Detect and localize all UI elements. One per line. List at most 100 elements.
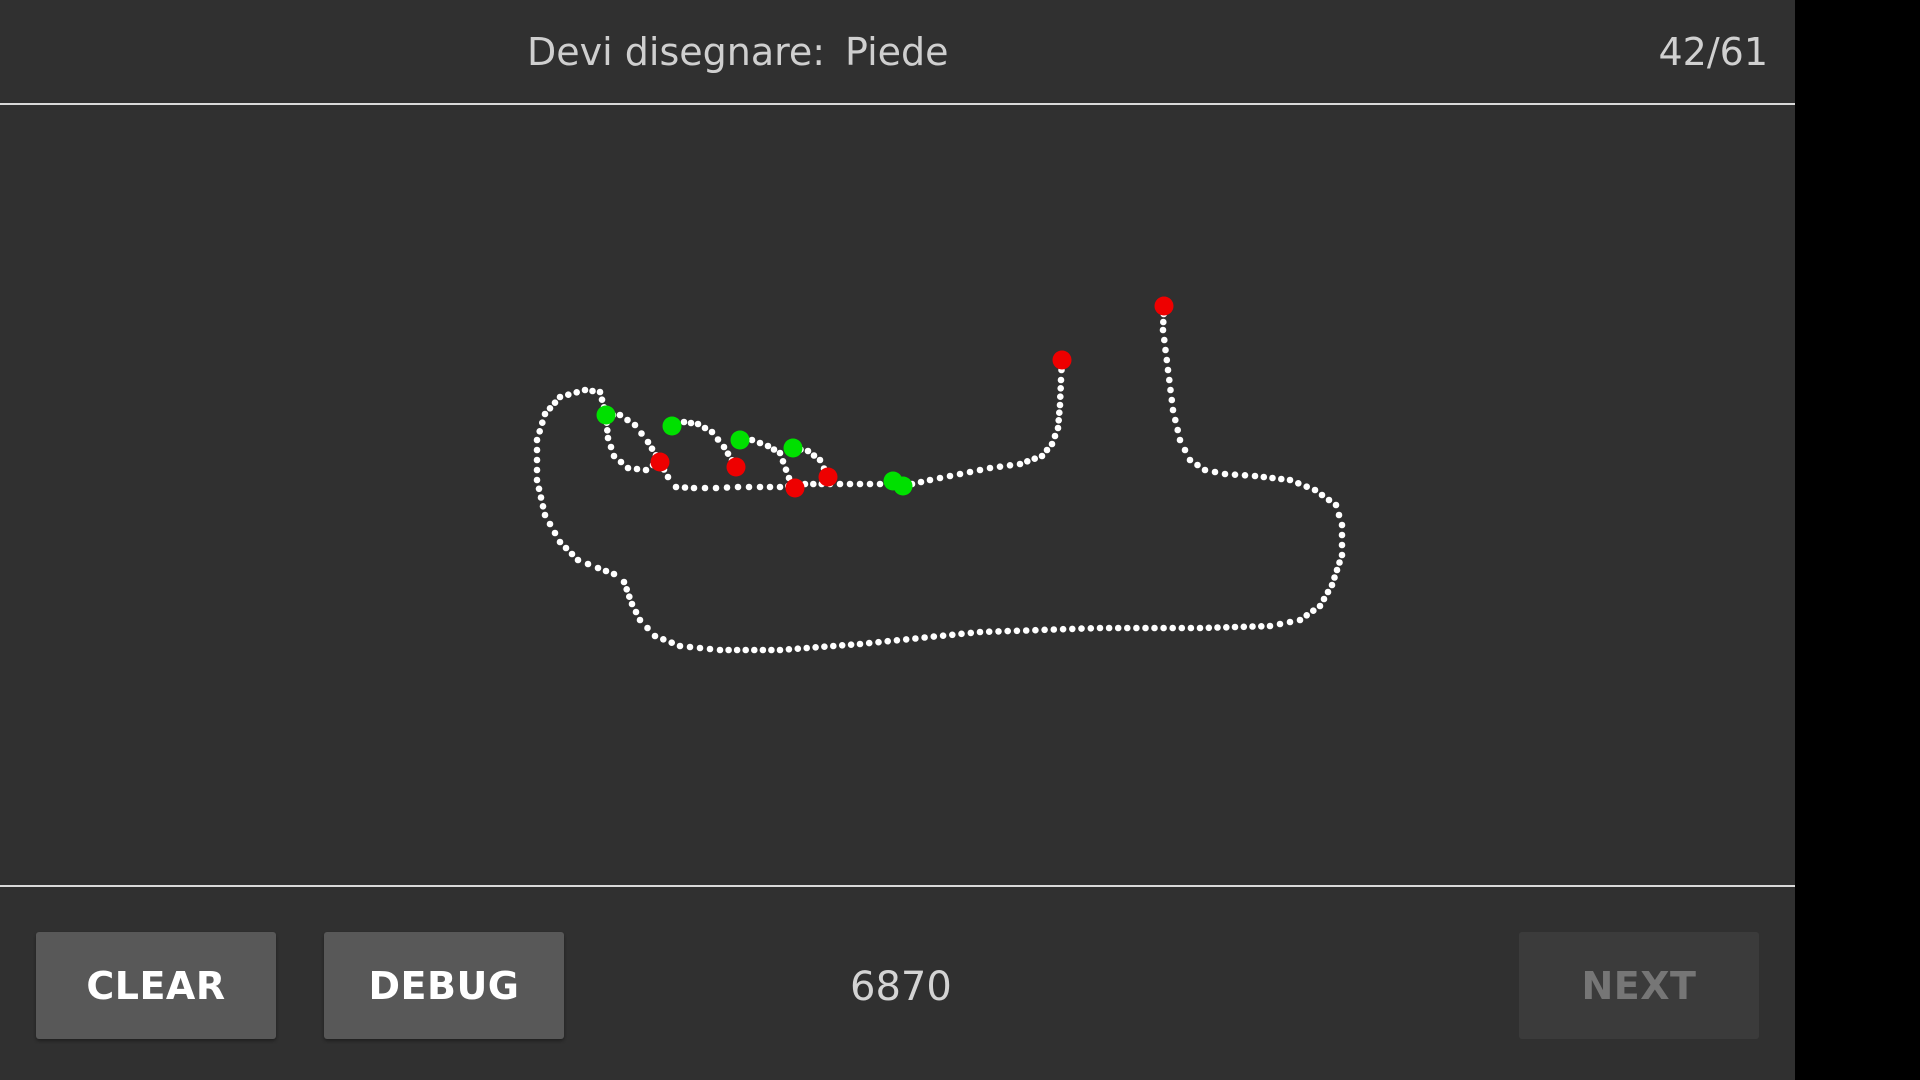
stroke-point <box>1013 627 1021 635</box>
stroke-point <box>893 637 901 644</box>
stroke-point <box>742 646 749 654</box>
stroke-point <box>756 439 764 447</box>
stroke-point <box>1114 624 1122 632</box>
stroke-point <box>680 418 688 426</box>
stroke-point <box>584 560 592 568</box>
stroke-point <box>1004 627 1011 635</box>
stroke-point <box>1231 623 1239 631</box>
stroke-point <box>636 616 644 624</box>
stroke-point <box>686 643 694 651</box>
stroke-point <box>1169 406 1177 414</box>
stroke-point <box>1032 626 1039 634</box>
stroke-point <box>1187 624 1195 632</box>
stroke-start-marker <box>730 430 750 450</box>
stroke-point <box>926 476 934 484</box>
stroke-point <box>1240 623 1248 631</box>
next-button[interactable]: NEXT <box>1519 932 1759 1039</box>
prompt-word: Piede <box>845 30 949 74</box>
stroke-point <box>764 442 772 450</box>
stroke-point <box>551 399 559 407</box>
stroke-point <box>847 641 855 648</box>
stroke-point <box>712 484 720 492</box>
stroke-point <box>1024 458 1031 465</box>
stroke-point <box>631 421 639 429</box>
drawing-canvas[interactable] <box>0 105 1795 885</box>
stroke-point <box>539 503 547 510</box>
stroke-point <box>936 474 944 482</box>
stroke-point <box>624 464 632 472</box>
stroke-point <box>594 564 602 572</box>
stroke-point <box>1286 476 1294 484</box>
stroke-point <box>706 645 714 653</box>
stroke-point <box>856 480 864 488</box>
stroke-point <box>533 436 541 444</box>
stroke-point <box>838 642 846 649</box>
stroke-point <box>720 443 728 451</box>
stroke-point <box>1043 446 1051 454</box>
stroke-point <box>681 484 689 491</box>
stroke-point <box>1057 385 1064 392</box>
stroke-point <box>1124 624 1131 632</box>
stroke-point <box>949 631 956 639</box>
stroke-point <box>733 646 741 654</box>
stroke-point <box>875 638 882 646</box>
stroke-point <box>724 450 732 458</box>
stroke-point <box>1331 574 1338 581</box>
sketch-strokes <box>533 296 1346 654</box>
stroke-point <box>966 468 974 476</box>
clear-button[interactable]: CLEAR <box>36 932 276 1039</box>
stroke-point <box>1249 623 1256 630</box>
stroke-point <box>676 642 684 650</box>
stroke-point <box>1205 624 1213 632</box>
stroke-point <box>1194 461 1201 469</box>
stroke-point <box>1167 386 1174 394</box>
stroke-point <box>602 567 610 575</box>
stroke-point <box>607 443 615 451</box>
stroke-point <box>1221 470 1229 478</box>
stroke-point <box>1133 624 1140 632</box>
stroke-point <box>694 420 702 428</box>
stroke-point <box>985 628 993 635</box>
stroke-point <box>633 465 641 473</box>
stroke-point <box>642 466 650 474</box>
stroke-point <box>1051 432 1059 440</box>
stroke-point <box>537 494 545 501</box>
stroke-point <box>598 396 606 404</box>
stroke-point <box>1050 626 1058 633</box>
stroke-point <box>1151 624 1158 632</box>
stroke-point <box>821 643 828 650</box>
stroke-point <box>1316 602 1324 610</box>
stroke-point <box>1338 521 1346 529</box>
sketch-stroke <box>899 356 1066 490</box>
stroke-point <box>696 644 704 652</box>
sketch-stroke <box>602 411 910 492</box>
stroke-point <box>1318 491 1326 499</box>
stroke-point <box>1276 620 1284 628</box>
stroke-point <box>1201 466 1209 474</box>
stroke-point <box>956 470 964 478</box>
stroke-point <box>701 424 709 432</box>
stroke-point <box>912 635 919 642</box>
stroke-point <box>573 389 580 396</box>
stroke-point <box>745 483 753 491</box>
stroke-start-marker <box>783 438 803 458</box>
stroke-point <box>856 640 864 648</box>
stroke-point <box>770 446 778 453</box>
stroke-point <box>687 419 695 427</box>
stroke-point <box>734 483 742 491</box>
stroke-point <box>1160 318 1167 326</box>
debug-button[interactable]: DEBUG <box>324 932 564 1039</box>
stroke-point <box>967 629 975 637</box>
stroke-point <box>1214 624 1221 631</box>
stroke-point <box>551 529 559 537</box>
stroke-point <box>644 624 651 632</box>
stroke-point <box>1105 624 1113 632</box>
stroke-point <box>1164 366 1172 374</box>
stroke-point <box>1286 618 1294 626</box>
stroke-point <box>902 636 910 643</box>
stroke-point <box>616 411 624 419</box>
stroke-point <box>533 456 541 464</box>
stroke-point <box>1159 326 1167 334</box>
stroke-point <box>546 520 554 528</box>
stroke-point <box>1338 551 1346 559</box>
